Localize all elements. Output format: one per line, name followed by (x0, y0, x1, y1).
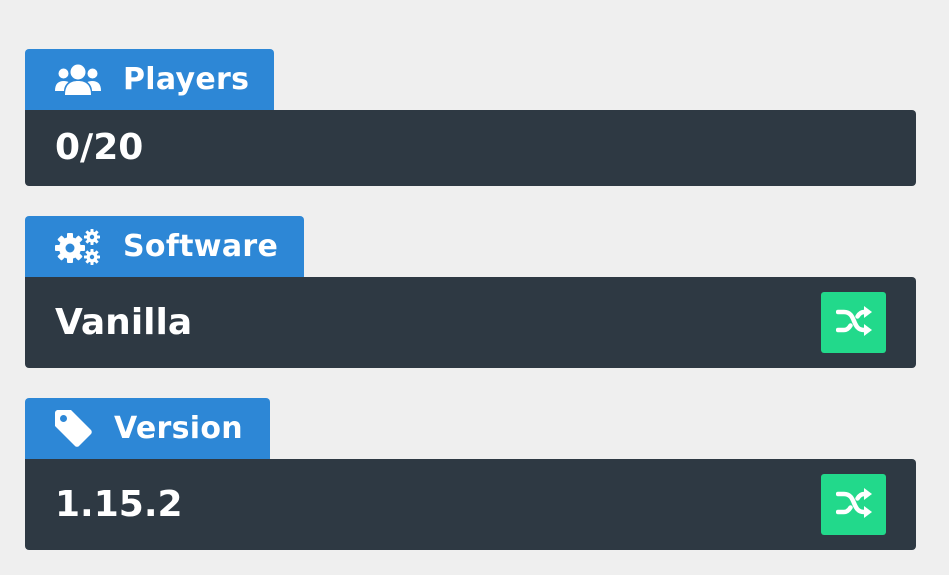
players-header: Players (25, 49, 274, 110)
version-header: Version (25, 398, 270, 459)
software-value-box: Vanilla (25, 277, 916, 368)
users-icon (55, 64, 101, 96)
shuffle-icon (835, 305, 872, 340)
version-shuffle-button[interactable] (821, 474, 886, 535)
players-value: 0/20 (55, 127, 144, 168)
version-value-box: 1.15.2 (25, 459, 916, 550)
players-label: Players (123, 61, 250, 97)
software-label: Software (123, 228, 279, 264)
software-shuffle-button[interactable] (821, 292, 886, 353)
software-value: Vanilla (55, 301, 193, 343)
cogs-icon (55, 228, 101, 265)
tag-icon (55, 410, 92, 447)
software-header: Software (25, 216, 304, 277)
version-value: 1.15.2 (55, 483, 183, 525)
shuffle-icon (835, 487, 872, 522)
version-label: Version (114, 410, 243, 446)
players-value-box: 0/20 (25, 110, 916, 186)
